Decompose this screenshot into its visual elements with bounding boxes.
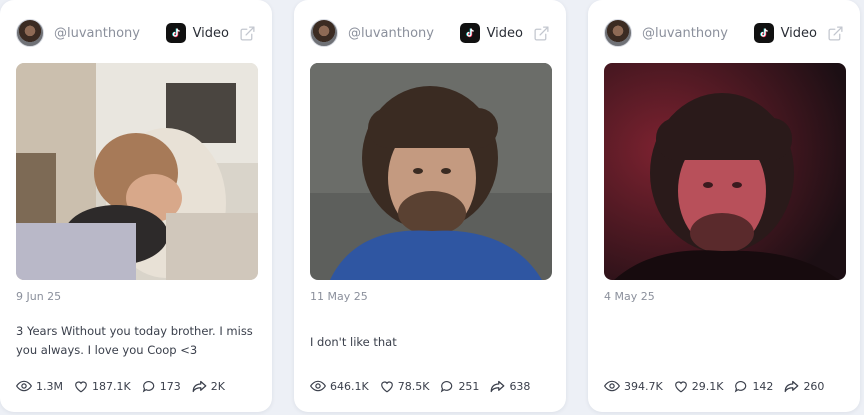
views-count: 646.1K xyxy=(330,379,369,393)
post-stats: 1.3M 187.1K 173 2K xyxy=(16,378,262,394)
comments-count: 251 xyxy=(458,379,480,393)
video-thumbnail[interactable] xyxy=(310,63,552,280)
share-icon xyxy=(491,380,505,392)
eye-icon xyxy=(604,380,620,392)
tiktok-icon xyxy=(459,23,480,43)
comments-count: 142 xyxy=(752,379,774,393)
post-date: 11 May 25 xyxy=(310,290,368,303)
views-stat: 394.7K xyxy=(604,379,663,393)
heart-icon xyxy=(674,380,687,392)
likes-count: 187.1K xyxy=(91,379,131,393)
post-caption: 3 Years Without you today brother. I mis… xyxy=(16,324,253,357)
avatar[interactable] xyxy=(310,19,338,47)
platform-label: Video xyxy=(486,25,523,41)
tiktok-icon xyxy=(753,23,774,43)
username[interactable]: @luvanthony xyxy=(54,26,166,41)
heart-icon xyxy=(380,380,393,392)
comments-stat: 173 xyxy=(142,380,181,393)
comments-count: 173 xyxy=(159,379,181,393)
external-link-icon[interactable] xyxy=(238,24,256,42)
post-card: @luvanthony Video 11 May 25 I don't like… xyxy=(294,0,566,412)
platform-label: Video xyxy=(780,25,817,41)
shares-stat: 2K xyxy=(192,380,225,393)
post-card: @luvanthony Video 9 Jun 25 3 Years Witho… xyxy=(0,0,272,412)
post-stats: 646.1K 78.5K 251 638 xyxy=(310,378,556,394)
card-header: @luvanthony Video xyxy=(604,18,844,48)
avatar[interactable] xyxy=(604,19,632,47)
username[interactable]: @luvanthony xyxy=(642,26,754,41)
shares-stat: 638 xyxy=(490,380,530,393)
likes-count: 78.5K xyxy=(397,379,430,393)
shares-count: 2K xyxy=(210,379,225,393)
share-icon xyxy=(785,380,799,392)
views-stat: 1.3M xyxy=(16,379,63,393)
comment-icon xyxy=(735,380,747,393)
likes-stat: 78.5K xyxy=(380,379,430,393)
card-header: @luvanthony Video xyxy=(16,18,256,48)
post-caption: I don't like that xyxy=(310,335,397,349)
platform-label: Video xyxy=(192,25,229,41)
external-link-icon[interactable] xyxy=(532,24,550,42)
comments-stat: 251 xyxy=(440,380,479,393)
likes-stat: 29.1K xyxy=(674,379,724,393)
comment-icon xyxy=(142,380,154,393)
eye-icon xyxy=(16,380,32,392)
comment-icon xyxy=(441,380,453,393)
video-thumbnail[interactable] xyxy=(604,63,846,280)
heart-icon xyxy=(75,380,87,392)
video-thumbnail[interactable] xyxy=(16,63,258,280)
post-date: 9 Jun 25 xyxy=(16,290,62,303)
views-count: 1.3M xyxy=(36,379,63,393)
shares-count: 260 xyxy=(803,379,825,393)
comments-stat: 142 xyxy=(734,380,773,393)
likes-count: 29.1K xyxy=(691,379,724,393)
card-header: @luvanthony Video xyxy=(310,18,550,48)
tiktok-icon xyxy=(165,23,186,43)
shares-stat: 260 xyxy=(784,380,824,393)
post-date: 4 May 25 xyxy=(604,290,655,303)
share-icon xyxy=(192,380,207,392)
views-count: 394.7K xyxy=(624,379,663,393)
username[interactable]: @luvanthony xyxy=(348,26,460,41)
eye-icon xyxy=(310,380,326,392)
views-stat: 646.1K xyxy=(310,379,369,393)
external-link-icon[interactable] xyxy=(826,24,844,42)
post-stats: 394.7K 29.1K 142 260 xyxy=(604,378,850,394)
avatar[interactable] xyxy=(16,19,44,47)
shares-count: 638 xyxy=(509,379,531,393)
post-card: @luvanthony Video 4 May 25 394.7K 29.1K … xyxy=(588,0,860,412)
likes-stat: 187.1K xyxy=(74,380,131,393)
